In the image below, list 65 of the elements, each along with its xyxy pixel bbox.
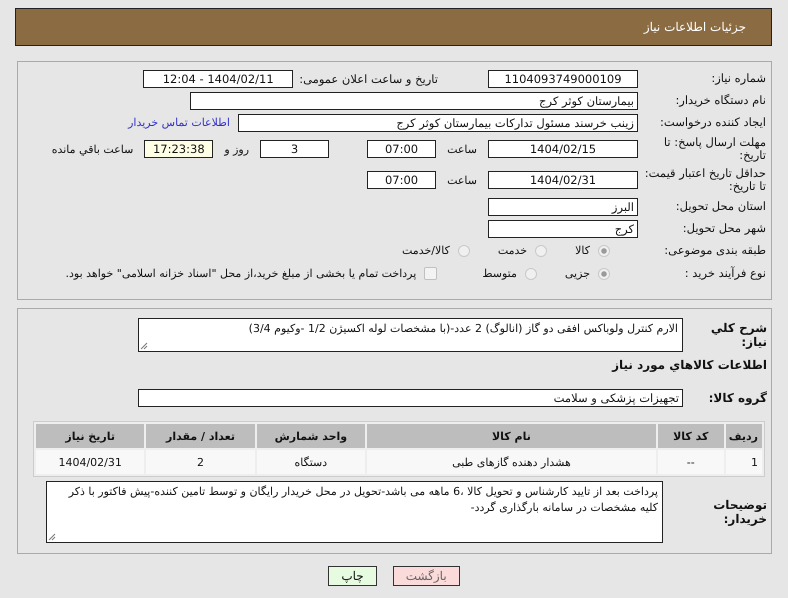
column-header: کد کالا (658, 424, 724, 448)
field-label: گروه کالا: (708, 390, 768, 404)
page-title: جزئیات اطلاعات نیاز (644, 20, 746, 34)
field-label: شهر محل تحویل: (682, 222, 767, 235)
table-cell: هشدار دهنده گازهای طبی (367, 450, 656, 474)
goods-group-field: تجهیزات پزشکی و سلامت (138, 388, 683, 406)
option-label: کالا/خدمت (402, 244, 450, 257)
remaining-time-field: 17:23:38 (144, 140, 214, 158)
field-label: شرح کلي نياز: (710, 321, 768, 349)
field-label: حداقل تاریخ اعتبار قیمت: تا تاریخ: (644, 167, 767, 193)
table-cell: 1404/02/31 (36, 450, 144, 474)
announce-date-field: 1404/02/11 - 12:04 (143, 70, 294, 88)
option-label: جزیی (564, 267, 590, 280)
table-cell: 1 (726, 450, 762, 474)
deadline-date-field: 1404/02/15 (488, 140, 638, 158)
description-field[interactable]: الارم کنترل ولوباکس افقی دو گاز (انالوگ) 2 عدد-(با مشخصات لوله اکسیژن 1/2 -وکیوم 3/4) (138, 318, 683, 352)
field-label: توضیحات خریدار: (712, 498, 768, 526)
requester-field: زینب خرسند مسئول تدارکات بیمارستان کوثر کرج (238, 114, 638, 132)
resize-grip-icon[interactable] (140, 342, 148, 350)
field-label: مهلت ارسال پاسخ: تا تاریخ: (662, 136, 767, 162)
radio-button[interactable] (535, 244, 548, 256)
field-label: ایجاد کننده درخواست: (659, 116, 767, 129)
description-text: الارم کنترل ولوباکس افقی دو گاز (انالوگ) 2 عدد-(با مشخصات لوله اکسیژن 1/2 -وکیوم 3/4) (248, 322, 678, 335)
column-header: نام کالا (367, 424, 656, 448)
days-label: روز و (224, 142, 250, 156)
remaining-label: ساعت باقي مانده (52, 142, 134, 156)
validity-time-field: 07:00 (367, 171, 436, 189)
action-button[interactable]: چاپ (328, 566, 377, 586)
field-label: تاریخ و ساعت اعلان عمومی: (299, 72, 438, 86)
time-label: ساعت (447, 174, 477, 186)
buyer-org-field: بیمارستان کوثر کرج (190, 92, 638, 110)
radio-button[interactable] (458, 244, 470, 256)
column-header: تعداد / مقدار (146, 424, 255, 448)
buyer-notes-text: پرداخت بعد از تایید کارشناس و تحویل کالا ،6 ماهه می باشد-تحویل در محل خریدار رایگان و توسط تامین کننده-پیش فاکتور با ذکر کلیه مشخصات در سامانه بارگذاری گردد- (68, 485, 658, 514)
need-number-field: 1104093749000109 (488, 70, 638, 88)
field-label: طبقه بندی موضوعی: (663, 244, 767, 257)
validity-date-field: 1404/02/31 (488, 171, 638, 189)
time-label: ساعت (447, 142, 477, 156)
table-cell: -- (658, 450, 724, 474)
table-cell: 2 (146, 450, 255, 474)
radio-button[interactable] (524, 268, 537, 280)
buyer-notes-field[interactable]: پرداخت بعد از تایید کارشناس و تحویل کالا ،6 ماهه می باشد-تحویل در محل خریدار رایگان و توسط تامین کننده-پیش فاکتور با ذکر کلیه مشخصات در سامانه بارگذاری گردد- (46, 481, 663, 543)
action-button[interactable]: بازگشت (392, 566, 460, 586)
option-label: خدمت (498, 244, 528, 257)
days-field: 3 (260, 140, 330, 158)
field-label: نوع فرآیند خرید : (684, 267, 767, 280)
option-label: متوسط (482, 267, 517, 280)
city-field: کرج (488, 220, 638, 238)
radio-button[interactable] (598, 268, 610, 280)
section-heading: اطلاعات کالاهاي مورد نياز (610, 358, 768, 372)
field-label: نام دستگاه خریدار: (674, 94, 767, 107)
option-label: پرداخت تمام یا بخشی از مبلغ خرید،از محل "اسناد خزانه اسلامی" خواهد بود. (66, 267, 416, 280)
radio-button[interactable] (598, 244, 610, 256)
buyer-contact-link[interactable]: اطلاعات تماس خریدار (128, 116, 230, 129)
field-label: شماره نیاز: (710, 72, 767, 85)
column-header: ردیف (726, 424, 762, 448)
province-field: البرز (488, 198, 638, 216)
resize-grip-icon[interactable] (48, 533, 56, 541)
deadline-time-field: 07:00 (367, 140, 436, 158)
checkbox[interactable] (424, 267, 438, 280)
field-label: استان محل تحویل: (674, 200, 767, 213)
table-cell: دستگاه (256, 450, 365, 474)
column-header: تاریخ نیاز (36, 424, 144, 448)
column-header: واحد شمارش (256, 424, 365, 448)
option-label: کالا (575, 244, 590, 257)
